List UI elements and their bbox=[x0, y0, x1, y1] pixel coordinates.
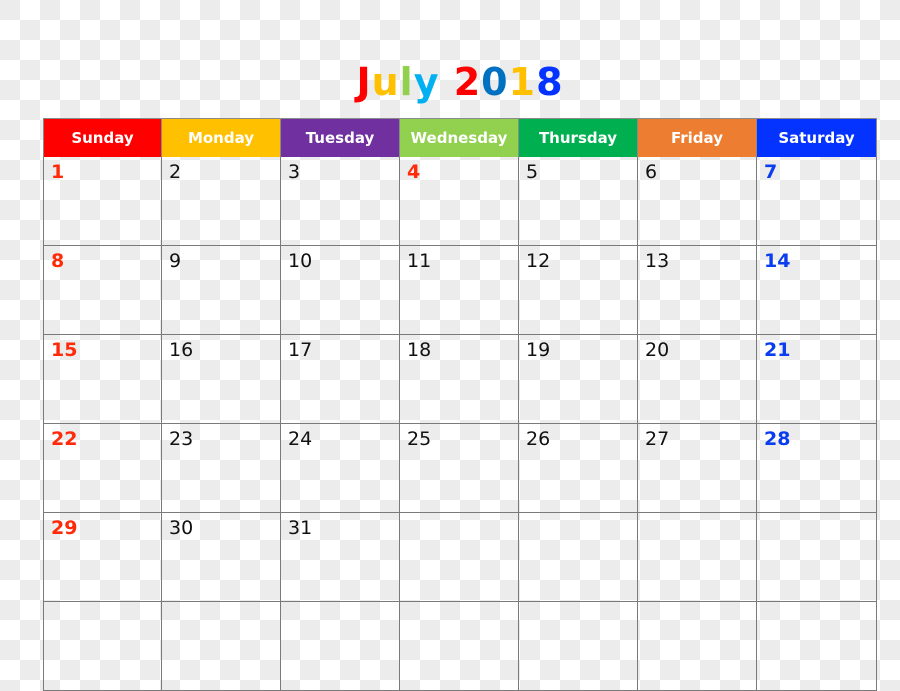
day-cell-26[interactable]: 26 bbox=[519, 424, 638, 513]
day-number: 25 bbox=[407, 428, 432, 450]
title-letter: 1 bbox=[508, 60, 537, 104]
day-number: 14 bbox=[764, 250, 791, 272]
day-cell-28[interactable]: 28 bbox=[757, 424, 877, 513]
title-letter: J bbox=[356, 60, 372, 104]
empty-day-cell[interactable] bbox=[519, 602, 638, 691]
empty-day-cell[interactable] bbox=[43, 602, 162, 691]
empty-day-cell[interactable] bbox=[757, 602, 877, 691]
day-number: 13 bbox=[645, 250, 670, 272]
day-number: 6 bbox=[645, 161, 658, 183]
empty-day-cell[interactable] bbox=[638, 602, 757, 691]
day-cell-25[interactable]: 25 bbox=[400, 424, 519, 513]
empty-day-cell[interactable] bbox=[400, 602, 519, 691]
day-cell-21[interactable]: 21 bbox=[757, 335, 877, 424]
title-letter: 2 bbox=[453, 60, 482, 104]
weekday-header-friday: Friday bbox=[638, 118, 757, 157]
empty-day-cell[interactable] bbox=[281, 602, 400, 691]
day-cell-6[interactable]: 6 bbox=[638, 157, 757, 246]
day-number: 10 bbox=[288, 250, 313, 272]
day-cell-19[interactable]: 19 bbox=[519, 335, 638, 424]
calendar-title: July 2018 bbox=[0, 58, 900, 106]
day-cell-30[interactable]: 30 bbox=[162, 513, 281, 602]
title-letter: 8 bbox=[536, 60, 564, 104]
day-cell-7[interactable]: 7 bbox=[757, 157, 877, 246]
day-number: 26 bbox=[526, 428, 551, 450]
day-number: 22 bbox=[51, 428, 78, 450]
day-number: 27 bbox=[645, 428, 670, 450]
day-number: 15 bbox=[51, 339, 78, 361]
title-letter bbox=[439, 58, 453, 106]
day-cell-13[interactable]: 13 bbox=[638, 246, 757, 335]
day-number: 8 bbox=[51, 250, 65, 272]
day-cell-10[interactable]: 10 bbox=[281, 246, 400, 335]
day-cell-22[interactable]: 22 bbox=[43, 424, 162, 513]
title-letter: u bbox=[371, 60, 400, 104]
weekday-header-saturday: Saturday bbox=[757, 118, 877, 157]
weeks-container: 1 2 3 4 5 6 7 8 9 10 11 12 13 14 15 16 17 18 19 20 21 22 23 24 2… bbox=[43, 157, 877, 691]
day-number: 11 bbox=[407, 250, 432, 272]
day-cell-16[interactable]: 16 bbox=[162, 335, 281, 424]
week-row bbox=[43, 602, 877, 691]
day-cell-14[interactable]: 14 bbox=[757, 246, 877, 335]
day-cell-8[interactable]: 8 bbox=[43, 246, 162, 335]
day-number: 20 bbox=[645, 339, 670, 361]
title-letter: y bbox=[413, 60, 440, 104]
day-cell-29[interactable]: 29 bbox=[43, 513, 162, 602]
title-letter: 0 bbox=[481, 60, 509, 104]
empty-day-cell[interactable] bbox=[519, 513, 638, 602]
day-number: 30 bbox=[169, 517, 194, 539]
day-number: 4 bbox=[407, 161, 421, 183]
day-cell-24[interactable]: 24 bbox=[281, 424, 400, 513]
day-number: 7 bbox=[764, 161, 778, 183]
day-number: 3 bbox=[288, 161, 301, 183]
day-number: 29 bbox=[51, 517, 78, 539]
day-cell-15[interactable]: 15 bbox=[43, 335, 162, 424]
day-number: 28 bbox=[764, 428, 791, 450]
day-cell-17[interactable]: 17 bbox=[281, 335, 400, 424]
day-cell-4[interactable]: 4 bbox=[400, 157, 519, 246]
day-cell-11[interactable]: 11 bbox=[400, 246, 519, 335]
day-number: 16 bbox=[169, 339, 194, 361]
empty-day-cell[interactable] bbox=[638, 513, 757, 602]
day-cell-9[interactable]: 9 bbox=[162, 246, 281, 335]
day-number: 1 bbox=[51, 161, 65, 183]
day-cell-3[interactable]: 3 bbox=[281, 157, 400, 246]
day-cell-12[interactable]: 12 bbox=[519, 246, 638, 335]
calendar-grid: Sunday Monday Tuesday Wednesday Thursday Frid… bbox=[43, 118, 877, 691]
day-number: 9 bbox=[169, 250, 182, 272]
weekday-header-thursday: Thursday bbox=[519, 118, 638, 157]
weekday-header-tuesday: Tuesday bbox=[281, 118, 400, 157]
weekday-header-sunday: Sunday bbox=[43, 118, 162, 157]
day-cell-18[interactable]: 18 bbox=[400, 335, 519, 424]
day-number: 21 bbox=[764, 339, 791, 361]
title-letter: l bbox=[399, 60, 414, 104]
day-number: 24 bbox=[288, 428, 313, 450]
empty-day-cell[interactable] bbox=[400, 513, 519, 602]
weekday-header-row: Sunday Monday Tuesday Wednesday Thursday Frid… bbox=[43, 118, 877, 157]
week-row: 29 30 31 bbox=[43, 513, 877, 602]
empty-day-cell[interactable] bbox=[757, 513, 877, 602]
day-cell-23[interactable]: 23 bbox=[162, 424, 281, 513]
day-cell-5[interactable]: 5 bbox=[519, 157, 638, 246]
day-cell-2[interactable]: 2 bbox=[162, 157, 281, 246]
weekday-header-monday: Monday bbox=[162, 118, 281, 157]
day-cell-1[interactable]: 1 bbox=[43, 157, 162, 246]
day-number: 17 bbox=[288, 339, 313, 361]
weekday-header-wednesday: Wednesday bbox=[400, 118, 519, 157]
week-row: 22 23 24 25 26 27 28 bbox=[43, 424, 877, 513]
week-row: 15 16 17 18 19 20 21 bbox=[43, 335, 877, 424]
week-row: 1 2 3 4 5 6 7 bbox=[43, 157, 877, 246]
day-number: 18 bbox=[407, 339, 432, 361]
day-cell-31[interactable]: 31 bbox=[281, 513, 400, 602]
day-number: 23 bbox=[169, 428, 194, 450]
week-row: 8 9 10 11 12 13 14 bbox=[43, 246, 877, 335]
day-cell-20[interactable]: 20 bbox=[638, 335, 757, 424]
day-number: 31 bbox=[288, 517, 313, 539]
day-cell-27[interactable]: 27 bbox=[638, 424, 757, 513]
day-number: 12 bbox=[526, 250, 551, 272]
day-number: 19 bbox=[526, 339, 551, 361]
day-number: 5 bbox=[526, 161, 539, 183]
day-number: 2 bbox=[169, 161, 182, 183]
empty-day-cell[interactable] bbox=[162, 602, 281, 691]
